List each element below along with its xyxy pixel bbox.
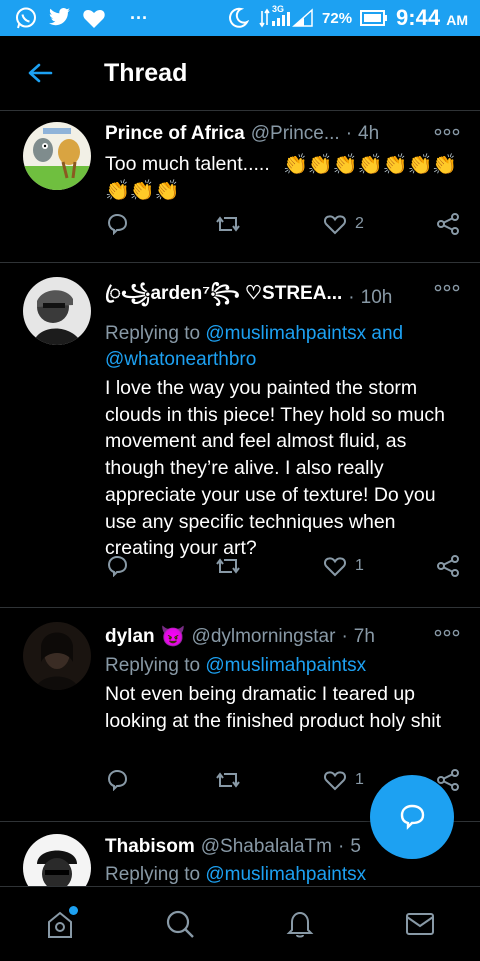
author-name[interactable]: dylan (105, 626, 155, 648)
author-handle[interactable]: @ShabalalaTm (201, 836, 332, 858)
author-name[interactable]: Thabisom (105, 836, 195, 858)
author-name[interactable]: ꦿ꧁arden⁷꧂ ♡STREA... (105, 279, 342, 317)
more-icon[interactable] (434, 626, 460, 644)
tab-home[interactable] (30, 894, 90, 954)
heart-icon (82, 6, 106, 30)
more-icon[interactable] (434, 125, 460, 143)
like-count: 1 (355, 557, 364, 574)
battery-icon (360, 6, 388, 30)
like-icon (324, 557, 346, 577)
avatar[interactable] (23, 834, 91, 886)
share-button[interactable] (436, 213, 460, 235)
reply-button[interactable] (105, 769, 129, 791)
like-button[interactable]: 2 (323, 213, 364, 235)
tweet-age: 10h (360, 287, 393, 308)
search-icon (166, 910, 194, 938)
status-bar: ··· 3G 72% 9:44 AM (0, 0, 480, 36)
retweet-button[interactable] (215, 213, 241, 235)
reply-icon (107, 213, 128, 235)
like-icon (324, 771, 346, 791)
mention-link[interactable]: @muslimahpaintsx (205, 864, 366, 885)
tweet-age: 5 (350, 836, 361, 857)
like-count: 2 (355, 215, 364, 232)
reply-icon (107, 769, 128, 791)
mention-link[interactable]: @whatonearthbro (105, 349, 256, 370)
replying-to: Replying to @muslimahpaintsx (105, 655, 367, 676)
battery-percent: 72% (322, 9, 353, 27)
avatar[interactable] (23, 622, 91, 690)
home-notification-dot (69, 906, 78, 915)
share-icon (437, 213, 459, 235)
tweet[interactable]: Prince of Africa @Prince... · 4h Too muc… (0, 111, 480, 263)
mail-icon (406, 913, 434, 935)
compose-reply-button[interactable] (370, 775, 454, 859)
replying-to: Replying to @muslimahpaintsx (105, 864, 367, 885)
tweet-age: 4h (358, 123, 380, 144)
bell-icon (286, 911, 314, 938)
reply-button[interactable] (105, 555, 129, 577)
tab-messages[interactable] (390, 894, 450, 954)
signal-icon: 3G (258, 4, 314, 30)
back-arrow-icon (28, 63, 53, 83)
like-button[interactable]: 1 (323, 555, 364, 577)
author-handle[interactable]: @Prince... (251, 123, 340, 145)
replying-to: Replying to @muslimahpaintsx and @whaton… (105, 323, 404, 370)
mention-link[interactable]: @muslimahpaintsx (205, 655, 366, 676)
tab-search[interactable] (150, 894, 210, 954)
retweet-button[interactable] (215, 769, 241, 791)
clock: 9:44 AM (396, 5, 468, 30)
like-count: 1 (355, 771, 364, 788)
tweet-age: 7h (353, 625, 375, 647)
tweet[interactable]: ꦿ꧁arden⁷꧂ ♡STREA... · 10h Replying to @m… (0, 263, 480, 608)
tweet-text: Too much talent..... (105, 153, 270, 175)
compose-icon (400, 804, 425, 830)
avatar[interactable] (23, 277, 91, 345)
like-button[interactable]: 1 (323, 769, 364, 791)
share-button[interactable] (436, 555, 460, 577)
retweet-button[interactable] (215, 555, 241, 577)
reply-button[interactable] (105, 213, 129, 235)
author-name[interactable]: Prince of Africa (105, 123, 245, 145)
devil-emoji: 😈 (160, 626, 186, 648)
tab-notifications[interactable] (270, 894, 330, 954)
whatsapp-icon (14, 6, 38, 30)
retweet-icon (216, 558, 240, 574)
more-icon[interactable] (434, 281, 460, 299)
bottom-tab-bar (0, 886, 480, 961)
thread-header: Thread (0, 36, 480, 111)
author-handle[interactable]: @dylmorningstar (192, 626, 336, 648)
share-icon (437, 555, 459, 577)
like-icon (324, 215, 346, 235)
retweet-icon (216, 772, 240, 788)
twitter-icon (48, 6, 72, 30)
back-button[interactable] (0, 62, 80, 84)
avatar[interactable] (23, 122, 91, 190)
page-title: Thread (104, 58, 188, 87)
notification-dots: ··· (130, 7, 148, 28)
mention-link[interactable]: @muslimahpaintsx (205, 323, 366, 344)
retweet-icon (216, 216, 240, 232)
moon-icon (226, 6, 250, 30)
reply-icon (107, 555, 128, 577)
tweet-text: Not even being dramatic I teared up look… (105, 683, 442, 732)
tweet-text: I love the way you painted the storm clo… (105, 377, 445, 560)
